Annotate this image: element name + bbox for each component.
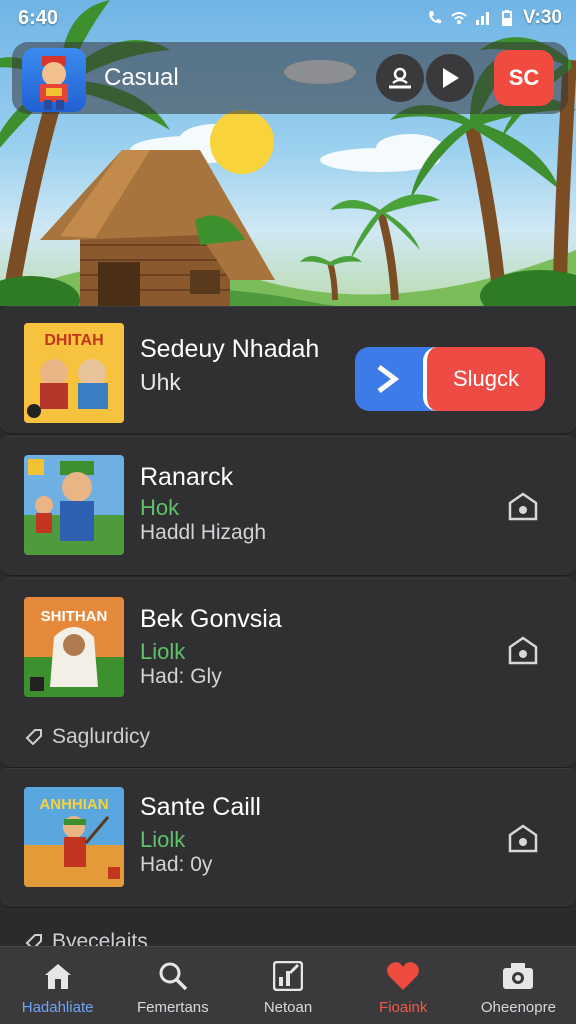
phone-icon [429, 11, 441, 24]
account-button[interactable] [376, 54, 424, 102]
game-art-icon: SHITHAN [24, 597, 124, 697]
item-status: Liolk [140, 827, 186, 852]
lock-icon [508, 636, 538, 665]
nav-item-search[interactable]: Femertans [115, 947, 230, 1024]
signal-icon [475, 12, 489, 25]
wifi-icon [451, 12, 467, 24]
lock-icon [508, 824, 538, 853]
chevron-right-icon [377, 365, 400, 393]
featured-title: Sedeuy Nhadah [140, 335, 320, 363]
chart-icon [271, 959, 305, 993]
list-item[interactable]: SHITHAN Bek Gonvsia Liolk Had: Gly Saglu… [0, 578, 576, 768]
nav-label: Oheenopre [480, 999, 556, 1016]
game-art-icon [24, 455, 124, 555]
item-thumbnail: ANHHIAN [24, 787, 124, 887]
character-icon [40, 56, 68, 110]
nav-item-home[interactable]: Hadahliate [0, 947, 115, 1024]
search-icon [156, 959, 190, 993]
nav-item-stats[interactable]: Netoan [230, 947, 345, 1024]
home-icon [41, 959, 75, 993]
featured-thumbnail: DHITAH [24, 323, 124, 423]
tag-icon [25, 729, 42, 746]
item-detail: Haddl Hizagh [140, 521, 267, 544]
game-art-icon: ANHHIAN [24, 787, 124, 887]
sc-button-label: SC [508, 65, 540, 90]
item-title: Bek Gonvsia [140, 605, 282, 633]
bottom-navigation: Hadahliate Femertans Netoan Fioaink Ohee… [0, 946, 576, 1024]
lock-button[interactable] [506, 633, 540, 667]
featured-subtitle: Uhk [140, 369, 181, 395]
nav-label: Femertans [136, 999, 209, 1016]
user-icon [389, 67, 411, 89]
game-list: DHITAH Sedeuy Nhadah Uhk Slugck Ranarck … [0, 306, 576, 946]
lock-button[interactable] [506, 489, 540, 523]
top-app-bar: Casual SC [12, 42, 568, 114]
status-right-text: V:30 [522, 7, 562, 28]
featured-action-label-area[interactable]: Slugck [423, 347, 545, 411]
section-header: Saglurdicy [24, 725, 150, 749]
item-status: Hok [140, 495, 180, 520]
camera-icon [501, 959, 535, 993]
svg-text:SHITHAN: SHITHAN [41, 608, 108, 625]
section-header: Byecelaits [24, 930, 148, 946]
nav-item-camera[interactable]: Oheenopre [461, 947, 576, 1024]
status-time: 6:40 [18, 6, 59, 29]
item-detail: Had: Gly [140, 665, 222, 688]
game-art-icon: DHITAH [24, 323, 124, 423]
battery-icon [501, 10, 512, 26]
nav-label: Netoan [263, 999, 313, 1016]
nav-label: Hadahliate [21, 999, 94, 1016]
play-button[interactable] [426, 54, 474, 102]
section-title: Saglurdicy [52, 725, 151, 748]
list-item[interactable]: ANHHIAN Sante Caill Liolk Had: 0y [0, 768, 576, 908]
featured-action-label: Slugck [452, 366, 520, 391]
status-bar: 6:40 V:30 [0, 0, 576, 36]
app-avatar[interactable] [22, 48, 86, 112]
item-thumbnail [24, 455, 124, 555]
status-right: V:30 [427, 7, 562, 29]
featured-card[interactable]: DHITAH Sedeuy Nhadah Uhk Slugck [0, 306, 576, 434]
featured-action-button[interactable]: Slugck [355, 347, 545, 411]
heart-icon [386, 959, 420, 993]
section-title: Byecelaits [52, 930, 148, 946]
lock-button[interactable] [506, 821, 540, 855]
app-title: Casual [104, 64, 179, 91]
item-title: Ranarck [140, 463, 234, 491]
tag-icon [25, 934, 42, 946]
svg-text:ANHHIAN: ANHHIAN [39, 796, 108, 813]
item-status: Liolk [140, 639, 186, 664]
item-detail: Had: 0y [140, 853, 213, 876]
nav-item-favorites[interactable]: Fioaink [346, 947, 461, 1024]
item-title: Sante Caill [140, 793, 261, 821]
item-thumbnail: SHITHAN [24, 597, 124, 697]
sc-button[interactable]: SC [494, 50, 554, 106]
nav-label: Fioaink [379, 999, 428, 1016]
svg-text:DHITAH: DHITAH [44, 332, 103, 349]
play-icon [443, 68, 459, 88]
list-item[interactable]: Ranarck Hok Haddl Hizagh [0, 436, 576, 576]
lock-icon [508, 492, 538, 521]
